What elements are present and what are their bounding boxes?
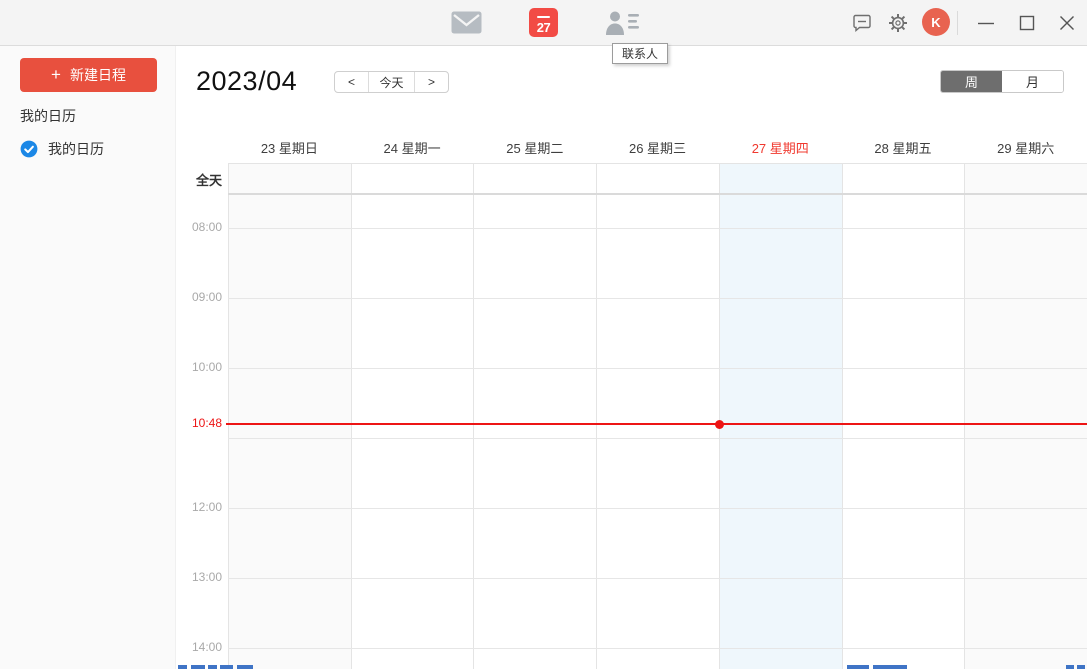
cutoff-event-sliver <box>178 665 187 669</box>
cutoff-event-sliver <box>208 665 217 669</box>
sidebar: + 新建日程 我的日历 我的日历 <box>0 46 176 669</box>
avatar[interactable]: K <box>922 8 950 36</box>
day-column[interactable] <box>596 195 719 669</box>
all-day-row <box>228 163 1087 193</box>
day-column[interactable] <box>473 195 596 669</box>
cutoff-event-sliver <box>1066 665 1074 669</box>
current-time-label: 10:48 <box>191 416 222 430</box>
calendar-item-label: 我的日历 <box>48 141 104 157</box>
prev-week-button[interactable]: < <box>335 72 368 92</box>
day-header: 26 星期三 <box>628 140 687 156</box>
next-week-button[interactable]: > <box>415 72 448 92</box>
hour-label: 10:00 <box>191 360 222 374</box>
maximize-icon <box>1018 14 1036 32</box>
all-day-cell[interactable] <box>964 164 1087 193</box>
day-columns <box>228 195 1087 669</box>
week-grid: 08:00 09:00 10:00 12:00 13:00 14:00 10:4… <box>176 195 1087 669</box>
new-event-label: 新建日程 <box>69 67 126 83</box>
day-header: 29 星期六 <box>997 140 1055 156</box>
hour-gridline <box>228 298 1087 299</box>
gear-icon <box>887 12 909 34</box>
minimize-icon <box>977 14 995 32</box>
close-button[interactable] <box>1055 12 1079 34</box>
page-title: 2023/04 <box>196 66 298 96</box>
cutoff-event-sliver <box>220 665 233 669</box>
hour-gridline <box>228 508 1087 509</box>
day-column[interactable] <box>841 195 965 669</box>
topbar: 27 K <box>0 0 1087 46</box>
app-window: 27 K 联系人 + 新建日程 我的日历 我的日历 2023/04 < 今天 >… <box>0 0 1087 669</box>
contacts-tooltip: 联系人 <box>612 43 668 64</box>
mail-icon <box>451 11 482 34</box>
hour-label: 13:00 <box>191 570 222 584</box>
day-column-today[interactable] <box>718 195 842 669</box>
contacts-icon <box>604 9 640 36</box>
all-day-cell[interactable] <box>350 164 474 193</box>
hour-gridline <box>228 578 1087 579</box>
tab-month-view[interactable]: 月 <box>1002 71 1063 92</box>
all-day-cell[interactable] <box>473 164 596 193</box>
hour-gridline <box>228 228 1087 229</box>
topbar-divider <box>957 11 958 35</box>
calendar-main: 2023/04 < 今天 > 周 月 23 星期日 24 星期一 25 星期二 … <box>176 46 1087 669</box>
all-day-cell[interactable] <box>228 164 351 193</box>
calendar-badge: 27 <box>536 20 551 35</box>
calendar-icon <box>537 16 550 18</box>
all-day-cell[interactable] <box>596 164 719 193</box>
settings-button[interactable] <box>887 12 909 34</box>
day-header-today: 27 星期四 <box>751 140 809 156</box>
cutoff-event-sliver <box>873 665 907 669</box>
date-nav: < 今天 > <box>334 71 449 93</box>
hour-label: 12:00 <box>191 500 222 514</box>
calendar-tab[interactable]: 27 <box>529 8 558 37</box>
view-toggle: 周 月 <box>940 70 1064 93</box>
feedback-icon <box>852 13 872 33</box>
hour-gridline <box>228 368 1087 369</box>
cutoff-event-sliver <box>191 665 205 669</box>
new-event-button[interactable]: + 新建日程 <box>20 58 157 92</box>
hour-label: 09:00 <box>191 290 222 304</box>
all-day-label: 全天 <box>195 173 222 188</box>
day-header: 23 星期日 <box>260 140 318 156</box>
calendar-section-title: 我的日历 <box>20 108 76 124</box>
hour-gridline <box>228 438 1087 439</box>
today-button[interactable]: 今天 <box>368 72 415 92</box>
current-time-line <box>226 423 1087 425</box>
cutoff-event-sliver <box>847 665 869 669</box>
day-header-row: 23 星期日 24 星期一 25 星期二 26 星期三 27 星期四 28 星期… <box>228 131 1087 163</box>
sidebar-item-my-calendar[interactable]: 我的日历 <box>20 139 104 159</box>
hour-label: 14:00 <box>191 640 222 654</box>
mail-tab[interactable] <box>451 11 482 34</box>
all-day-cell-today[interactable] <box>718 164 842 193</box>
cutoff-event-sliver <box>237 665 253 669</box>
day-column[interactable] <box>228 195 351 669</box>
tab-week-view[interactable]: 周 <box>941 71 1002 92</box>
day-header: 28 星期五 <box>874 140 932 156</box>
close-icon <box>1058 14 1076 32</box>
hour-gridline <box>228 648 1087 649</box>
contacts-tab[interactable] <box>604 9 640 36</box>
all-day-cell[interactable] <box>841 164 965 193</box>
day-header: 25 星期二 <box>506 140 564 156</box>
feedback-button[interactable] <box>852 13 872 33</box>
maximize-button[interactable] <box>1015 12 1039 34</box>
plus-icon: + <box>51 64 61 84</box>
current-time-dot <box>715 420 724 429</box>
day-header: 24 星期一 <box>383 140 441 156</box>
cutoff-event-sliver <box>1077 665 1085 669</box>
day-column[interactable] <box>964 195 1087 669</box>
hour-label: 08:00 <box>191 220 222 234</box>
day-column[interactable] <box>350 195 474 669</box>
checked-circle-icon <box>20 140 38 158</box>
minimize-button[interactable] <box>974 12 998 34</box>
